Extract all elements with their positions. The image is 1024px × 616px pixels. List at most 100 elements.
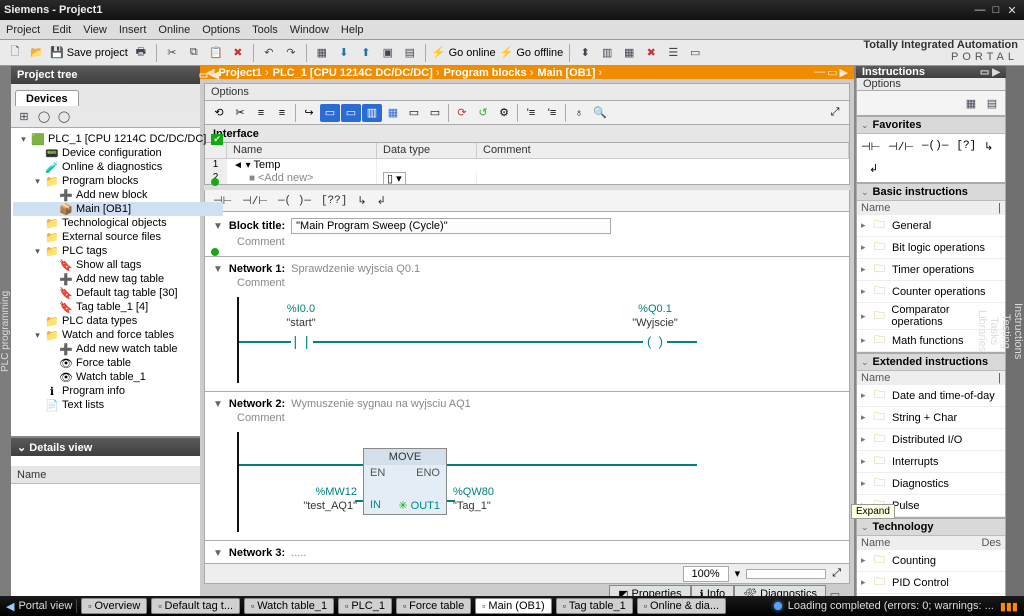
cut-icon[interactable]: ✂ bbox=[163, 44, 181, 62]
block-title-input[interactable] bbox=[291, 218, 611, 234]
tree-item[interactable]: ℹProgram info bbox=[13, 384, 223, 398]
fav-box[interactable]: [?] bbox=[956, 140, 976, 154]
save-project-button[interactable]: 💾Save project bbox=[50, 46, 128, 59]
fav-branch2[interactable]: ↲ bbox=[869, 162, 878, 176]
collapse-right-icon[interactable]: ▶ bbox=[992, 67, 1000, 78]
instruction-item[interactable]: ▸🗀Distributed I/O bbox=[857, 429, 1005, 451]
et-a-icon[interactable]: ⟲ bbox=[209, 104, 229, 122]
sym-coil[interactable]: —( )— bbox=[278, 195, 311, 207]
go-online-button[interactable]: ⚡Go online bbox=[432, 46, 496, 59]
et-expand-icon[interactable]: ⤢ bbox=[825, 104, 845, 122]
copy-icon[interactable]: ⧉ bbox=[185, 44, 203, 62]
compile-icon[interactable]: ▦ bbox=[313, 44, 331, 62]
sym-contact-nc[interactable]: ⊣/⊢ bbox=[242, 194, 268, 208]
network-3[interactable]: ▼Network 3:..... bbox=[204, 541, 850, 564]
redo-icon[interactable]: ↷ bbox=[282, 44, 300, 62]
et-i-icon[interactable]: ▦ bbox=[383, 104, 403, 122]
et-h-icon[interactable]: ▥ bbox=[362, 104, 382, 122]
et-o-icon[interactable]: '≡ bbox=[521, 104, 541, 122]
portal-view-button[interactable]: Portal view bbox=[18, 600, 72, 612]
tree-back-icon[interactable]: ◯ bbox=[35, 108, 53, 126]
menu-help[interactable]: Help bbox=[341, 24, 364, 36]
bc-ext-icon[interactable]: ▶ bbox=[840, 66, 848, 79]
tool-d-icon[interactable]: ✖ bbox=[642, 44, 660, 62]
delete-icon[interactable]: ✖ bbox=[229, 44, 247, 62]
tool-b-icon[interactable]: ▥ bbox=[598, 44, 616, 62]
et-q-icon[interactable]: ♁ bbox=[569, 104, 589, 122]
maximize-icon[interactable]: □ bbox=[988, 4, 1004, 16]
go-offline-button[interactable]: ⚡Go offline bbox=[500, 46, 564, 59]
taskbar-tab[interactable]: ▫Tag table_1 bbox=[556, 598, 633, 614]
side-tab-instructions[interactable]: Instructions bbox=[1012, 72, 1024, 590]
et-g-icon[interactable]: ▭ bbox=[341, 104, 361, 122]
sym-branch-close[interactable]: ↲ bbox=[377, 194, 386, 208]
tree-fwd-icon[interactable]: ◯ bbox=[55, 108, 73, 126]
menu-tools[interactable]: Tools bbox=[252, 24, 278, 36]
tree-item[interactable]: ➕Add new watch table bbox=[13, 342, 223, 356]
tree-item[interactable]: 📁PLC data types bbox=[13, 314, 223, 328]
center-options[interactable]: Options bbox=[204, 83, 850, 101]
menu-project[interactable]: Project bbox=[6, 24, 40, 36]
zoom-fit-icon[interactable]: ⤢ bbox=[832, 567, 841, 580]
details-view-header[interactable]: ⌄ Details view bbox=[11, 438, 225, 456]
left-side-strip[interactable]: PLC programming bbox=[0, 66, 11, 596]
tree-item[interactable]: 🔖Show all tags bbox=[13, 258, 223, 272]
et-r-icon[interactable]: 🔍 bbox=[590, 104, 610, 122]
tree-item[interactable]: 📁External source files bbox=[13, 230, 223, 244]
bc-prev-icon[interactable]: ◀ bbox=[206, 66, 214, 79]
taskbar-tab[interactable]: ▫Force table bbox=[396, 598, 471, 614]
taskbar-tab[interactable]: ▫Watch table_1 bbox=[244, 598, 334, 614]
menu-options[interactable]: Options bbox=[202, 24, 240, 36]
portal-arrow-icon[interactable]: ◀ bbox=[6, 600, 14, 613]
tree-item[interactable]: 📦Main [OB1] bbox=[13, 202, 223, 216]
tree-item[interactable]: ➕Add new tag table bbox=[13, 272, 223, 286]
tool-a-icon[interactable]: ⬍ bbox=[576, 44, 594, 62]
et-e-icon[interactable]: ↪ bbox=[299, 104, 319, 122]
pin-r-icon[interactable]: ▭ bbox=[980, 67, 989, 78]
tab-devices[interactable]: Devices bbox=[15, 90, 79, 106]
tree-item[interactable]: ▾📁Watch and force tables bbox=[13, 328, 223, 342]
menu-view[interactable]: View bbox=[83, 24, 107, 36]
et-m-icon[interactable]: ↺ bbox=[473, 104, 493, 122]
tool-f-icon[interactable]: ▭ bbox=[686, 44, 704, 62]
open-icon[interactable]: 📂 bbox=[28, 44, 46, 62]
instruction-item[interactable]: ▸🗀Date and time-of-day bbox=[857, 385, 1005, 407]
taskbar-tab[interactable]: ▫Default tag t... bbox=[151, 598, 240, 614]
tree-item[interactable]: 📄Text lists bbox=[13, 398, 223, 412]
tree-item[interactable]: 📁Technological objects bbox=[13, 216, 223, 230]
extended-instructions-header[interactable]: ⌄Extended instructions bbox=[857, 354, 1005, 371]
tool-c-icon[interactable]: ▦ bbox=[620, 44, 638, 62]
menu-online[interactable]: Online bbox=[158, 24, 190, 36]
bc-min-icon[interactable]: — bbox=[814, 66, 825, 79]
taskbar-tab[interactable]: ▫Overview bbox=[81, 598, 147, 614]
tree-collapse-icon[interactable]: ⊞ bbox=[15, 108, 33, 126]
et-f-icon[interactable]: ▭ bbox=[320, 104, 340, 122]
et-p-icon[interactable]: '≡ bbox=[542, 104, 562, 122]
zoom-value[interactable]: 100% bbox=[683, 566, 729, 582]
print-icon[interactable]: 🖶 bbox=[132, 44, 150, 62]
et-c-icon[interactable]: ≡ bbox=[251, 104, 271, 122]
taskbar-tab[interactable]: ▫Online & dia... bbox=[637, 598, 726, 614]
et-k-icon[interactable]: ▭ bbox=[425, 104, 445, 122]
menu-window[interactable]: Window bbox=[290, 24, 329, 36]
project-tree[interactable]: ▾🟩PLC_1 [CPU 1214C DC/DC/DC]✔📟Device con… bbox=[11, 128, 225, 436]
tree-item[interactable]: 👁Force table bbox=[13, 356, 223, 370]
menu-edit[interactable]: Edit bbox=[52, 24, 71, 36]
tree-item[interactable]: ▾📁Program blocks bbox=[13, 174, 223, 188]
et-n-icon[interactable]: ⚙ bbox=[494, 104, 514, 122]
sym-branch-open[interactable]: ↳ bbox=[357, 194, 366, 208]
zoom-dropdown-icon[interactable]: ▾ bbox=[735, 567, 741, 580]
taskbar-tab[interactable]: ▫PLC_1 bbox=[338, 598, 392, 614]
iface-row[interactable]: 2 ■ <Add new> ▯ ▾ bbox=[205, 172, 849, 185]
et-b-icon[interactable]: ✂ bbox=[230, 104, 250, 122]
tree-item[interactable]: 🔖Tag table_1 [4] bbox=[13, 300, 223, 314]
et-d-icon[interactable]: ≡ bbox=[272, 104, 292, 122]
instruction-item[interactable]: ▸🗀String + Char bbox=[857, 407, 1005, 429]
network-1[interactable]: ▼Network 1:Sprawdzenie wyjscia Q0.1 Comm… bbox=[204, 257, 850, 392]
minimize-icon[interactable]: — bbox=[972, 4, 988, 16]
fav-contact-no[interactable]: ⊣⊢ bbox=[861, 140, 880, 154]
tool-e-icon[interactable]: ☰ bbox=[664, 44, 682, 62]
sim-icon[interactable]: ▣ bbox=[379, 44, 397, 62]
close-icon[interactable]: ✕ bbox=[1004, 4, 1020, 17]
tree-item[interactable]: 🧪Online & diagnostics bbox=[13, 160, 223, 174]
